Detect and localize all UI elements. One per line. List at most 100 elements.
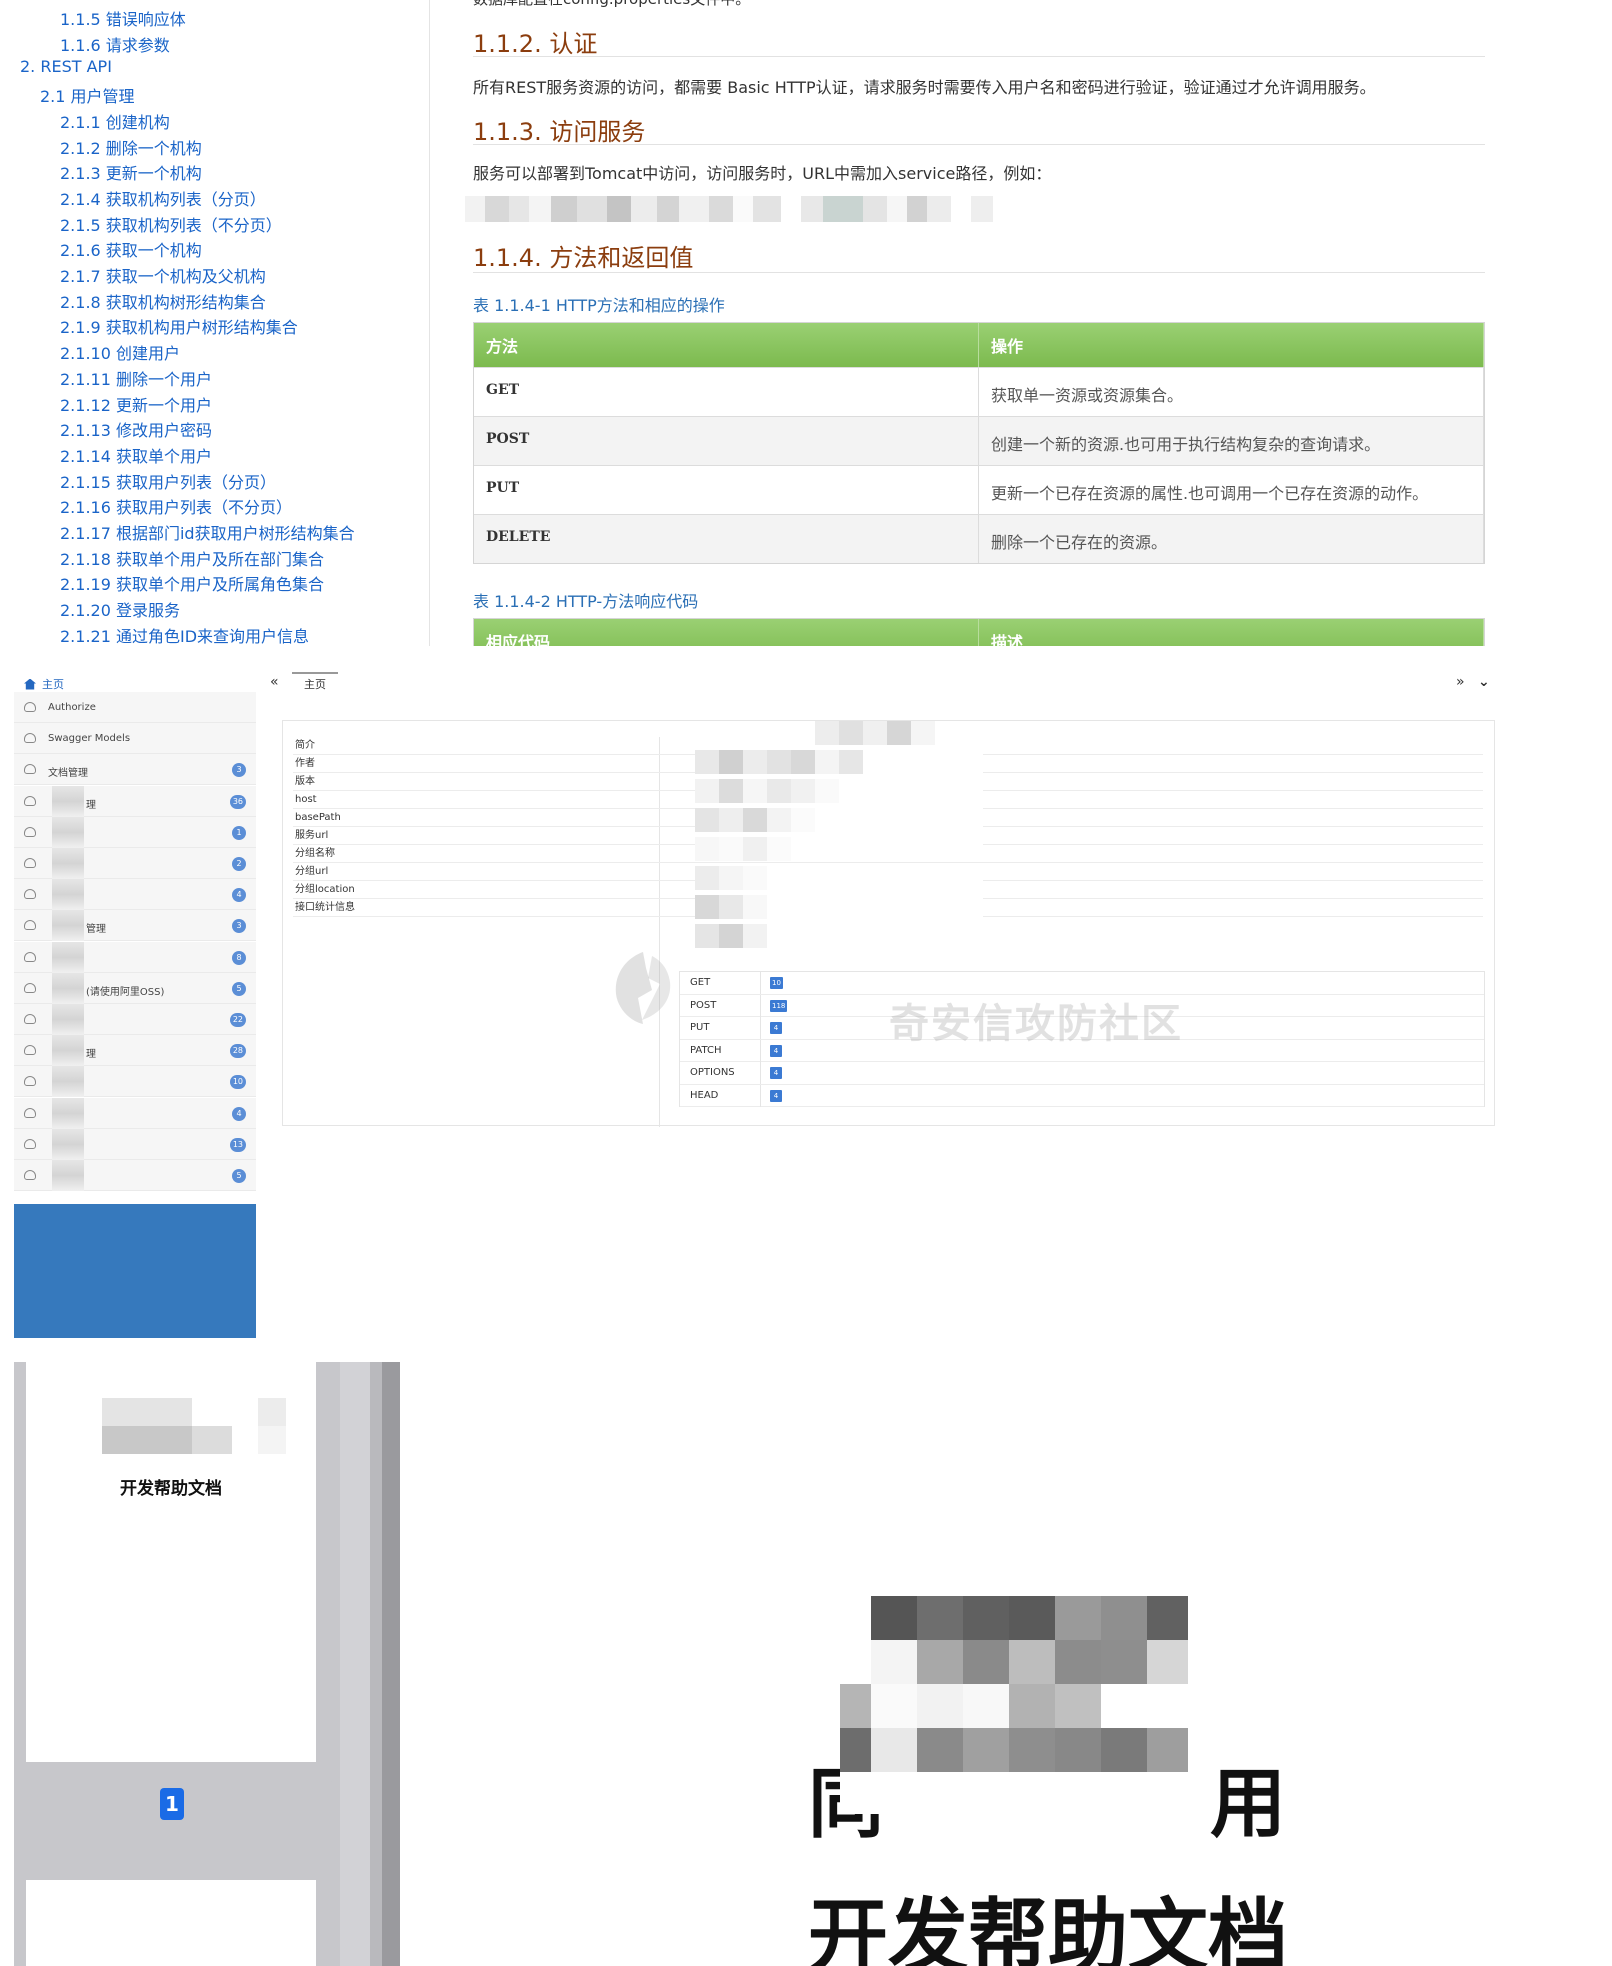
swagger-nav-label: (请使用阿里OSS) <box>86 986 165 998</box>
redacted-cover-title <box>840 1596 1188 1814</box>
toc-link[interactable]: 2.1.9 获取机构用户树形结构集合 <box>60 314 298 338</box>
section-rule <box>473 56 1485 57</box>
table-row: DELETE 删除一个已存在的资源。 <box>474 514 1484 563</box>
toc-link[interactable]: 2.1.10 创建用户 <box>60 340 180 364</box>
toc-link[interactable]: 2. REST API <box>20 57 112 76</box>
swagger-nav-item[interactable]: 8 <box>14 941 256 973</box>
cloud-icon <box>24 982 36 993</box>
toc-link[interactable]: 2.1.5 获取机构列表（不分页） <box>60 212 282 236</box>
toc-link[interactable]: 2.1.12 更新一个用户 <box>60 392 212 416</box>
http-methods-table: 方法 操作 GET 获取单一资源或资源集合。 POST 创建一个新的资源.也可用… <box>473 322 1485 564</box>
method-count-badge: 4 <box>770 1089 782 1102</box>
watermark-logo-icon <box>615 952 671 1024</box>
toc-link[interactable]: 2.1.8 获取机构树形结构集合 <box>60 289 266 313</box>
method-count-badge: 4 <box>770 1022 782 1034</box>
swagger-nav-item[interactable]: Authorize <box>14 692 256 723</box>
page-thumbnail-1[interactable]: 开发帮助文档 <box>26 1362 316 1762</box>
home-link[interactable]: 主页 <box>24 676 64 692</box>
swagger-nav-item[interactable]: 2 <box>14 848 256 879</box>
cut-off-text: 数据库配置在config.properties文件中。 <box>473 0 750 9</box>
cell-divider <box>760 1017 761 1039</box>
method-count-badge: 10 <box>770 977 783 989</box>
toc-link[interactable]: 2.1.17 根据部门id获取用户树形结构集合 <box>60 520 355 544</box>
method-name: OPTIONS <box>690 1067 735 1078</box>
toc-link[interactable]: 2.1.11 删除一个用户 <box>60 366 212 390</box>
method-cell: PUT <box>474 466 979 514</box>
section-title-access: 1.1.3. 访问服务 <box>473 118 646 146</box>
tab-home[interactable]: 主页 <box>292 672 338 696</box>
toc-link[interactable]: 2.1.6 获取一个机构 <box>60 237 202 261</box>
swagger-sidebar: 主页 Authorize Swagger Models 文档管理 3 理 36 1 2 4 管理 3… <box>14 668 256 1338</box>
toc-link[interactable]: 2.1.3 更新一个机构 <box>60 160 202 184</box>
toc-link[interactable]: 2.1.14 获取单个用户 <box>60 443 212 467</box>
table-of-contents: 1.1.5 错误响应体 1.1.6 请求参数 2. REST API 2.1 用户管理… <box>0 0 430 646</box>
method-cell: GET <box>474 368 979 416</box>
count-badge: 10 <box>229 1075 246 1090</box>
swagger-nav-item[interactable]: 理 28 <box>14 1035 256 1067</box>
count-badge: 8 <box>232 950 246 965</box>
redacted-info-values <box>695 721 987 953</box>
toc-link[interactable]: 2.1.16 获取用户列表（不分页） <box>60 494 292 518</box>
count-badge: 13 <box>229 1137 246 1152</box>
count-badge: 4 <box>232 888 246 903</box>
toc-link[interactable]: 2.1.18 获取单个用户及所在部门集合 <box>60 546 324 570</box>
redacted-thumb-title <box>102 1398 302 1454</box>
operation-cell: 更新一个已存在资源的属性.也可调用一个已存在资源的动作。 <box>979 466 1484 514</box>
thumbnail-title: 开发帮助文档 <box>120 1479 222 1499</box>
method-cell: DELETE <box>474 515 979 563</box>
cloud-icon <box>24 889 36 900</box>
redacted-label <box>52 1035 84 1067</box>
section-text-access: 服务可以部署到Tomcat中访问，访问服务时，URL中需加入service路径，… <box>473 164 1052 183</box>
toc-link[interactable]: 2.1.15 获取用户列表（分页） <box>60 469 276 493</box>
toc-link[interactable]: 2.1.4 获取机构列表（分页） <box>60 186 266 210</box>
swagger-nav-item[interactable]: 文档管理 3 <box>14 754 256 786</box>
swagger-nav-item[interactable]: 4 <box>14 1097 256 1129</box>
swagger-nav-item[interactable]: 4 <box>14 879 256 911</box>
page-thumbnail-strip: 开发帮助文档 1 <box>14 1362 400 1966</box>
page-thumbnail-2[interactable] <box>26 1880 316 1966</box>
section-rule <box>473 144 1485 145</box>
swagger-nav-item[interactable]: 13 <box>14 1128 256 1160</box>
swagger-nav-item[interactable]: 22 <box>14 1004 256 1035</box>
toc-link[interactable]: 1.1.5 错误响应体 <box>60 6 186 30</box>
scrollbar[interactable] <box>340 1362 400 1966</box>
api-document-panel: 1.1.5 错误响应体 1.1.6 请求参数 2. REST API 2.1 用户管理… <box>0 0 1612 646</box>
section-title-methods: 1.1.4. 方法和返回值 <box>473 244 694 272</box>
count-badge: 5 <box>232 981 246 996</box>
count-badge: 4 <box>232 1106 246 1121</box>
info-label: 简介 <box>295 740 315 751</box>
toc-link[interactable]: 2.1.21 通过角色ID来查询用户信息 <box>60 623 309 646</box>
swagger-nav-item[interactable]: 理 36 <box>14 785 256 817</box>
toc-link[interactable]: 2.1.7 获取一个机构及父机构 <box>60 263 266 287</box>
info-label: host <box>295 794 317 805</box>
operation-cell: 创建一个新的资源.也可用于执行结构复杂的查询请求。 <box>979 417 1484 465</box>
cell-divider <box>760 1084 761 1107</box>
swagger-nav-item[interactable]: (请使用阿里OSS) 5 <box>14 972 256 1004</box>
scroll-right-icon[interactable]: » <box>1456 674 1465 690</box>
swagger-nav-label: 管理 <box>86 924 106 936</box>
info-label: 作者 <box>295 758 315 769</box>
toc-link[interactable]: 1.1.6 请求参数 <box>60 32 170 56</box>
cloud-icon <box>24 1076 36 1087</box>
cloud-icon <box>24 858 36 868</box>
swagger-nav-item[interactable]: Swagger Models <box>14 723 256 755</box>
swagger-nav-item[interactable]: 10 <box>14 1066 256 1098</box>
info-label: 服务url <box>295 830 329 841</box>
cover-title-end: 用 <box>1210 1759 1286 1848</box>
cloud-icon <box>24 1014 36 1024</box>
swagger-nav-item[interactable]: 管理 3 <box>14 910 256 942</box>
toc-link[interactable]: 2.1.2 删除一个机构 <box>60 135 202 159</box>
collapse-icon[interactable]: ⌄ <box>1478 674 1490 690</box>
toc-link[interactable]: 2.1.13 修改用户密码 <box>60 417 212 441</box>
swagger-nav-item[interactable]: 1 <box>14 816 256 848</box>
swagger-ui-panel: 主页 Authorize Swagger Models 文档管理 3 理 36 1 2 4 管理 3… <box>0 668 1612 1338</box>
toc-link[interactable]: 2.1 用户管理 <box>40 83 135 107</box>
redacted-label <box>52 848 84 879</box>
scroll-left-icon[interactable]: « <box>270 674 279 690</box>
cloud-icon <box>24 1107 36 1118</box>
home-icon <box>24 678 36 690</box>
toc-link[interactable]: 2.1.20 登录服务 <box>60 597 180 621</box>
swagger-nav-item[interactable]: 5 <box>14 1160 256 1191</box>
toc-link[interactable]: 2.1.1 创建机构 <box>60 109 170 133</box>
toc-link[interactable]: 2.1.19 获取单个用户及所属角色集合 <box>60 571 324 595</box>
